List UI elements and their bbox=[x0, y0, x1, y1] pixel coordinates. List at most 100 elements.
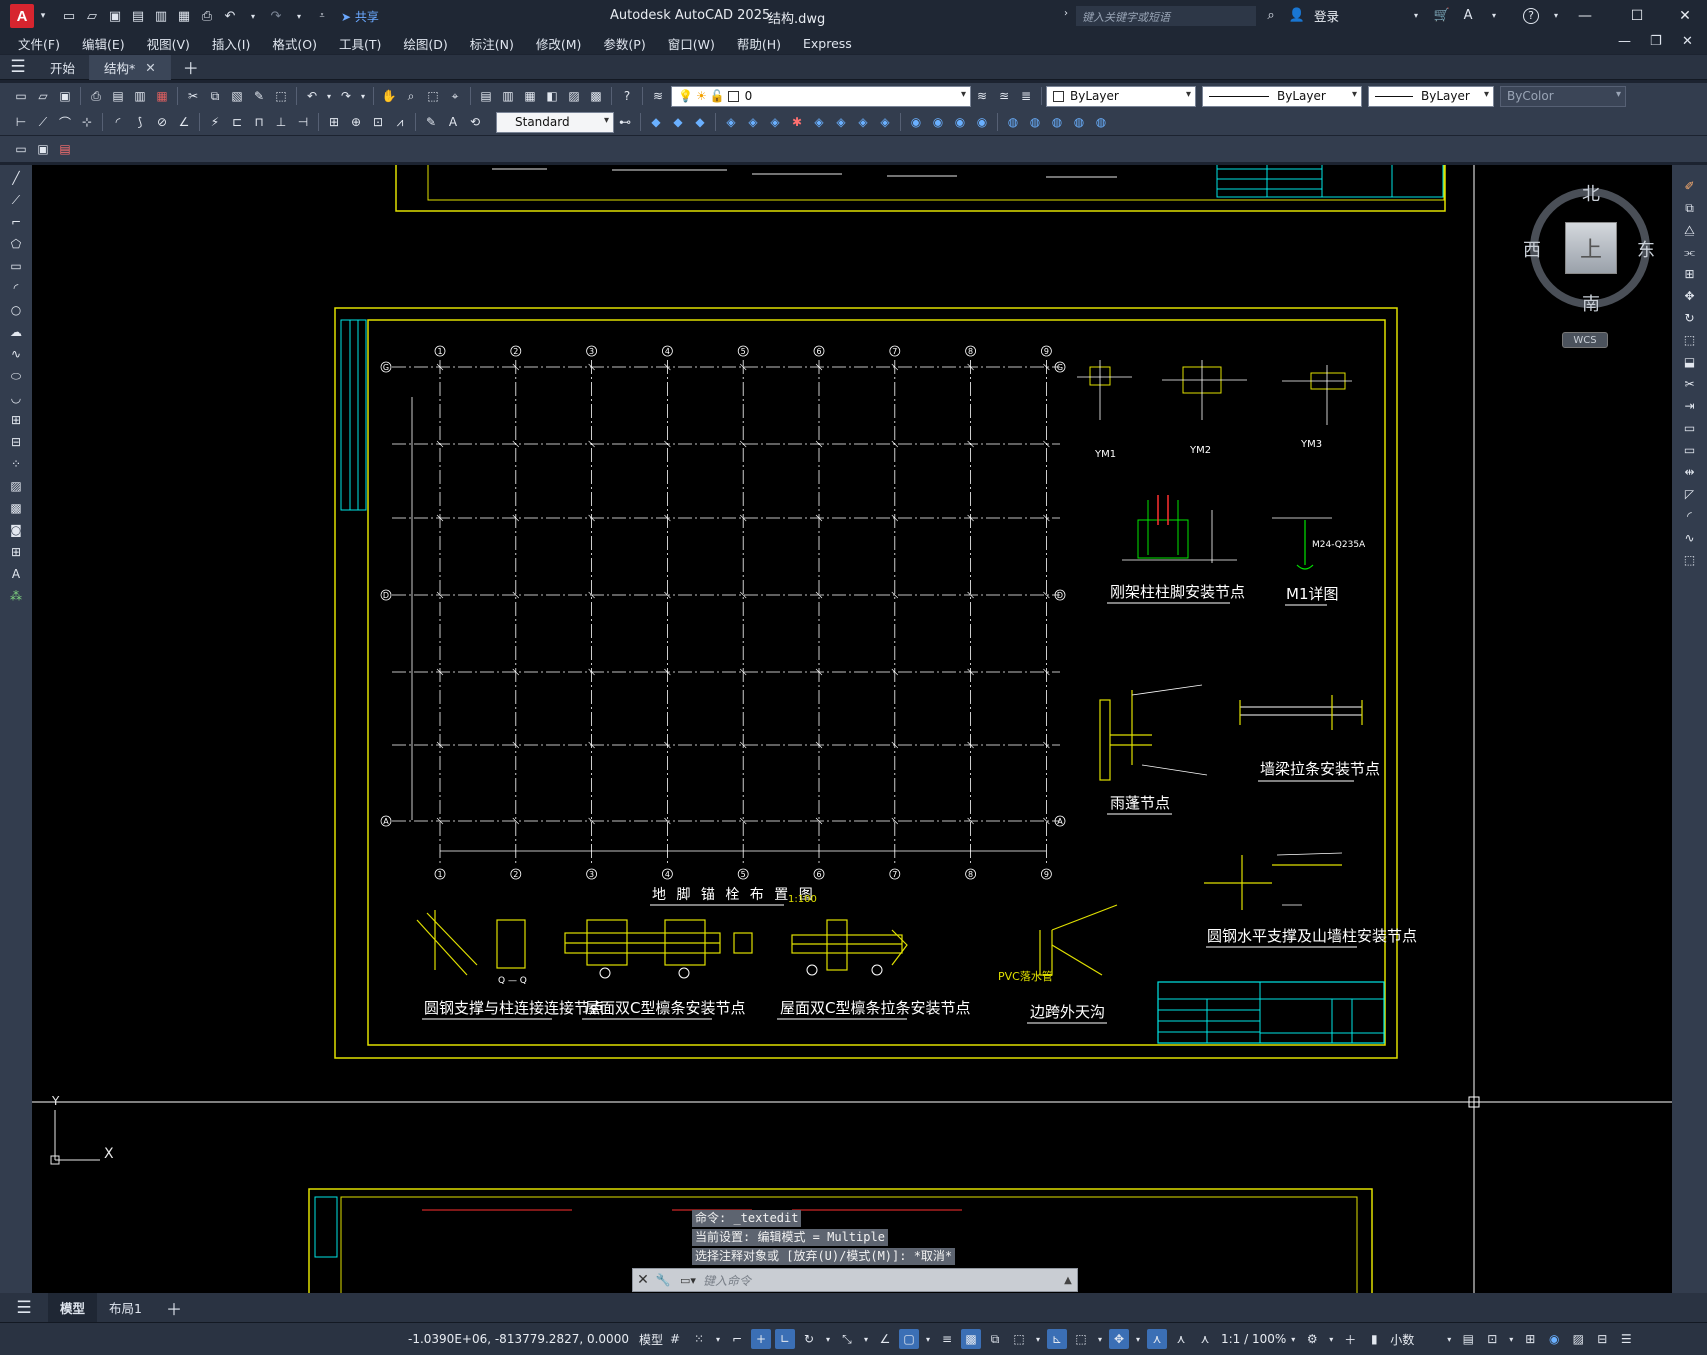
mirror-icon[interactable]: ⧋ bbox=[1680, 220, 1700, 240]
annotation-scale-dropdown-icon[interactable]: ▾ bbox=[1288, 1329, 1298, 1349]
workspace-dropdown-icon[interactable]: ▾ bbox=[1326, 1329, 1336, 1349]
wedge-icon[interactable]: ◆ bbox=[668, 112, 688, 132]
menu-modify[interactable]: 修改(M) bbox=[525, 34, 593, 53]
coordinates-readout[interactable]: -1.0390E+06, -813779.2827, 0.0000 bbox=[408, 1332, 629, 1346]
clean-icon[interactable]: ◍ bbox=[1091, 112, 1111, 132]
gizmo-icon[interactable]: ✥ bbox=[1108, 1329, 1129, 1349]
baseline-dimension-icon[interactable]: ⊏ bbox=[227, 112, 247, 132]
annotation-visibility-icon[interactable]: ⋏ bbox=[1146, 1329, 1167, 1349]
point-tool-icon[interactable]: ⁘ bbox=[6, 454, 26, 474]
arc-length-icon[interactable]: ⌒ bbox=[55, 112, 75, 132]
markup-icon[interactable]: ▨ bbox=[564, 86, 584, 106]
3d-osnap-dropdown-icon[interactable]: ▾ bbox=[1033, 1329, 1043, 1349]
radius-dimension-icon[interactable]: ◜ bbox=[108, 112, 128, 132]
autodesk-app-icon[interactable]: A bbox=[1459, 7, 1477, 25]
annotation-scale-icon[interactable]: ⋏ bbox=[1195, 1329, 1215, 1349]
gradient-tool-icon[interactable]: ▩ bbox=[6, 498, 26, 518]
properties-icon[interactable]: ▤ bbox=[476, 86, 496, 106]
ordinate-dimension-icon[interactable]: ⊹ bbox=[77, 112, 97, 132]
cut-icon[interactable]: ✂ bbox=[183, 86, 203, 106]
status-menu-icon[interactable]: ☰ bbox=[1616, 1329, 1636, 1349]
explode-icon[interactable]: ⬚ bbox=[1680, 550, 1700, 570]
move-faces-icon[interactable]: ◈ bbox=[875, 112, 895, 132]
selection-filter-icon[interactable]: ⬚ bbox=[1071, 1329, 1091, 1349]
layer-previous-icon[interactable]: ≊ bbox=[994, 86, 1014, 106]
chevron-down-icon[interactable]: ▾ bbox=[961, 89, 966, 100]
chevron-down-icon[interactable]: ▾ bbox=[1484, 89, 1489, 100]
design-center-icon[interactable]: ▥ bbox=[498, 86, 518, 106]
open-icon[interactable]: ▱ bbox=[33, 86, 53, 106]
object-snap-icon[interactable]: ▢ bbox=[898, 1329, 919, 1349]
add-selected-icon[interactable]: ⁂ bbox=[6, 586, 26, 606]
continue-dimension-icon[interactable]: ⊓ bbox=[249, 112, 269, 132]
close-command-line-icon[interactable]: ✕ bbox=[633, 1272, 653, 1288]
extend-icon[interactable]: ⇥ bbox=[1680, 396, 1700, 416]
line-tool-icon[interactable]: ╱ bbox=[6, 168, 26, 188]
dimension-space-icon[interactable]: ⊥ bbox=[271, 112, 291, 132]
menu-draw[interactable]: 绘图(D) bbox=[392, 34, 458, 53]
block-editor-icon[interactable]: ⬚ bbox=[271, 86, 291, 106]
qnew-icon[interactable]: ▭ bbox=[11, 86, 31, 106]
command-history-toggle-icon[interactable]: ▲ bbox=[1059, 1275, 1077, 1286]
rotate-faces-icon[interactable]: ◉ bbox=[950, 112, 970, 132]
union-icon[interactable]: ◈ bbox=[721, 112, 741, 132]
units-dropdown-icon[interactable]: ▾ bbox=[1444, 1329, 1454, 1349]
redo-toolbar-dropdown-icon[interactable]: ▾ bbox=[358, 86, 368, 106]
undo-icon[interactable]: ↶ bbox=[221, 7, 239, 25]
viewcube-west[interactable]: 西 bbox=[1523, 236, 1541, 262]
layer-states-icon[interactable]: ≣ bbox=[1016, 86, 1036, 106]
taper-faces-icon[interactable]: ◉ bbox=[972, 112, 992, 132]
doc-restore-button[interactable]: ❐ bbox=[1650, 34, 1662, 49]
drawing-canvas[interactable]: 112233445566778899GGDDAA地 脚 锚 栓 布 置 图 1:1… bbox=[32, 165, 1672, 1293]
dynamic-ucs-icon[interactable]: ⊾ bbox=[1046, 1329, 1067, 1349]
doc-minimize-button[interactable]: — bbox=[1618, 34, 1631, 49]
imprint-icon[interactable]: ◍ bbox=[1003, 112, 1023, 132]
3d-osnap-icon[interactable]: ⬚ bbox=[1009, 1329, 1029, 1349]
transparency-icon[interactable]: ▩ bbox=[960, 1329, 981, 1349]
multiline-text-icon[interactable]: A bbox=[6, 564, 26, 584]
help-dropdown-icon[interactable]: ▾ bbox=[1547, 7, 1565, 25]
layer-on-icon[interactable]: 💡 bbox=[678, 89, 693, 103]
break-icon[interactable]: ▭ bbox=[1680, 440, 1700, 460]
tab-start[interactable]: 开始 bbox=[36, 54, 91, 80]
array-icon[interactable]: ⊞ bbox=[1680, 264, 1700, 284]
isolate-objects-icon[interactable]: ⊞ bbox=[1520, 1329, 1540, 1349]
tolerance-icon[interactable]: ⊞ bbox=[324, 112, 344, 132]
zoom-previous-icon[interactable]: ⌖ bbox=[445, 86, 465, 106]
extrude-faces-icon[interactable]: ◈ bbox=[853, 112, 873, 132]
text-style-dropdown[interactable]: Standard ▾ bbox=[496, 111, 614, 133]
search-icon[interactable]: ⌕ bbox=[1262, 7, 1280, 25]
publish-icon[interactable]: ▦ bbox=[175, 7, 193, 25]
dynamic-input-icon[interactable]: + bbox=[750, 1329, 771, 1349]
circle-tool-icon[interactable]: ○ bbox=[6, 300, 26, 320]
tool-palettes-icon[interactable]: ▦ bbox=[520, 86, 540, 106]
viewcube-top-face[interactable]: 上 bbox=[1565, 222, 1617, 274]
layer-freeze-icon[interactable]: ☀ bbox=[696, 89, 707, 103]
ortho-icon[interactable]: ∟ bbox=[774, 1329, 795, 1349]
search-expand-icon[interactable]: › bbox=[1064, 8, 1068, 19]
annotation-monitor-icon[interactable]: ＋ bbox=[1340, 1329, 1360, 1349]
share-button[interactable]: ➤ 共享 bbox=[341, 8, 379, 25]
fillet-icon[interactable]: ◜ bbox=[1680, 506, 1700, 526]
quick-dimension-icon[interactable]: ⚡ bbox=[205, 112, 225, 132]
trim-icon[interactable]: ✂ bbox=[1680, 374, 1700, 394]
thicken-icon[interactable]: ◈ bbox=[831, 112, 851, 132]
zoom-window-icon[interactable]: ⬚ bbox=[423, 86, 443, 106]
app-menu-chevron-icon[interactable]: ▾ bbox=[34, 7, 52, 25]
polar-dropdown-icon[interactable]: ▾ bbox=[823, 1329, 833, 1349]
selection-filter-dropdown-icon[interactable]: ▾ bbox=[1095, 1329, 1105, 1349]
menu-express[interactable]: Express bbox=[792, 36, 863, 51]
jogged-linear-icon[interactable]: ⩘ bbox=[390, 112, 410, 132]
customize-quick-access-icon[interactable]: ⩡ bbox=[313, 7, 331, 25]
hamburger-menu-icon[interactable]: ☰ bbox=[0, 55, 36, 80]
ellipse-tool-icon[interactable]: ⬭ bbox=[6, 366, 26, 386]
lineweight-icon[interactable]: ≡ bbox=[937, 1329, 957, 1349]
menu-format[interactable]: 格式(O) bbox=[261, 34, 328, 53]
object-snap-tracking-icon[interactable]: ∠ bbox=[875, 1329, 895, 1349]
lineweight-dropdown[interactable]: ByLayer ▾ bbox=[1368, 85, 1494, 107]
sheet-set-icon[interactable]: ◧ bbox=[542, 86, 562, 106]
dimension-style-icon[interactable]: ⊷ bbox=[615, 112, 635, 132]
erase-icon[interactable]: ✐ bbox=[1680, 176, 1700, 196]
stretch-icon[interactable]: ⬓ bbox=[1680, 352, 1700, 372]
paste-icon[interactable]: ▧ bbox=[227, 86, 247, 106]
